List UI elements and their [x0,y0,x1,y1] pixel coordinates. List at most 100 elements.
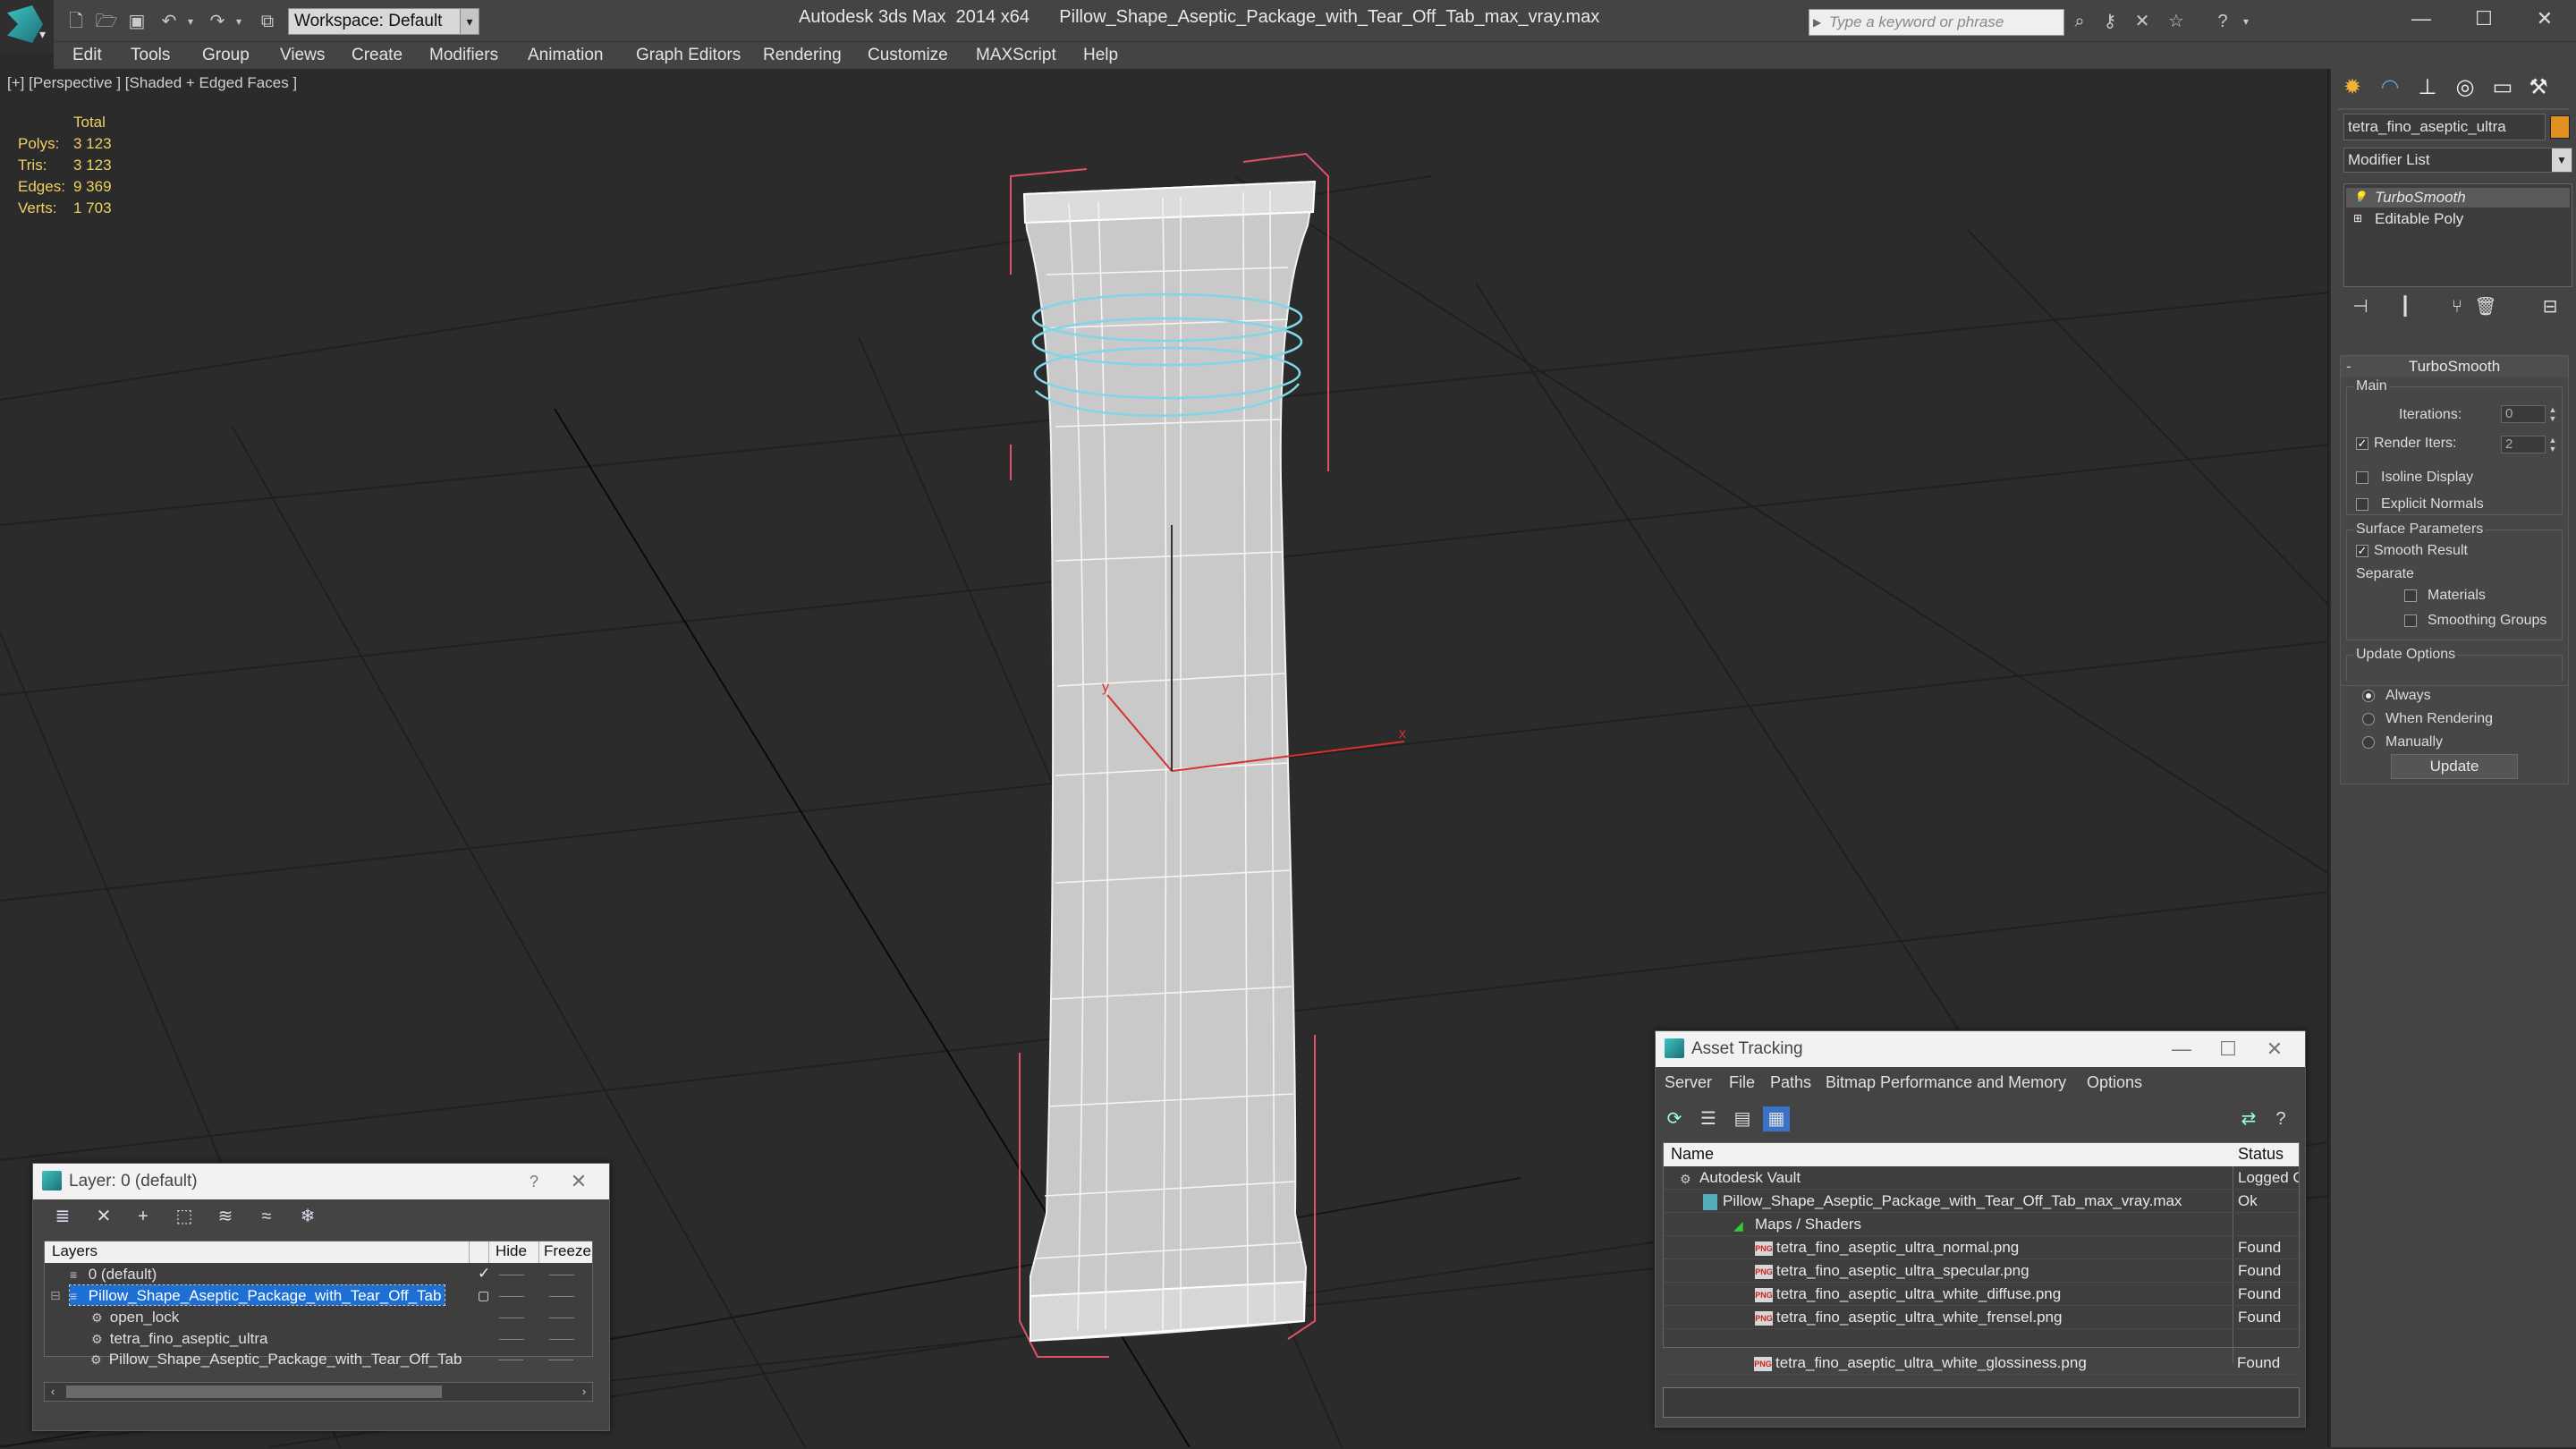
asset-menu-paths[interactable]: Paths [1770,1073,1811,1092]
hierarchy-icon[interactable]: ⊥ [2411,72,2444,103]
maximize-button[interactable]: ☐ [2210,1036,2246,1063]
render-iters-spinner[interactable]: 2 [2501,436,2546,453]
star-icon[interactable]: ☆ [2165,11,2188,32]
list-view-icon[interactable]: ☰ [1695,1106,1722,1131]
redo-icon[interactable]: ↷ [206,11,229,32]
table-row[interactable]: PNG tetra_fino_aseptic_ultra_specular.png… [1664,1259,2299,1283]
collapse-icon[interactable]: ⊟ [50,1284,61,1306]
freeze-toggle[interactable]: —— [549,1327,574,1349]
help-icon[interactable]: ? [2211,11,2234,32]
update-always-radio[interactable] [2362,690,2375,702]
hide-toggle[interactable]: —— [499,1263,524,1284]
current-layer-check-icon[interactable]: ✓ [478,1263,490,1284]
table-view-icon[interactable]: ▦ [1763,1106,1790,1131]
menu-help[interactable]: Help [1083,44,1118,67]
freeze-all-icon[interactable]: ❄ [292,1203,323,1230]
close-button[interactable]: ✕ [2257,1036,2292,1063]
table-row[interactable]: PNG tetra_fino_aseptic_ultra_white_glossi… [1663,1352,2300,1375]
show-end-result-icon[interactable]: ┃ [2392,294,2419,319]
menu-graph-editors[interactable]: Graph Editors [636,44,741,67]
update-button[interactable]: Update [2391,754,2518,779]
delete-layer-icon[interactable]: ✕ [89,1203,119,1230]
update-manually-radio[interactable] [2362,736,2375,749]
project-icon[interactable]: ⧉ [256,11,279,32]
create-icon[interactable]: ✹ [2336,72,2368,103]
menu-animation[interactable]: Animation [528,44,604,67]
menu-customize[interactable]: Customize [868,44,948,67]
minimize-button[interactable]: — [2390,0,2453,38]
menu-tools[interactable]: Tools [131,44,170,67]
display-icon[interactable]: ▭ [2487,72,2519,103]
table-row[interactable]: ◢ Maps / Shaders [1664,1213,2299,1236]
help-button[interactable]: ? [516,1168,552,1195]
render-iters-checkbox[interactable]: ✓ [2356,437,2368,450]
asset-path-field[interactable] [1663,1387,2300,1418]
rollout-header[interactable]: - TurboSmooth [2341,356,2568,377]
undo-icon[interactable]: ↶ [157,11,181,32]
dialog-titlebar[interactable]: Asset Tracking — ☐ ✕ [1656,1031,2305,1067]
table-row[interactable]: ⚙ Pillow_Shape_Aseptic_Package_with_Tear… [44,1348,591,1369]
iterations-spinner[interactable]: 0 [2501,405,2546,423]
new-icon[interactable]: 🗋 [64,11,88,32]
lightbulb-icon[interactable]: 💡 [2353,191,2367,202]
dialog-titlebar[interactable]: Layer: 0 (default) ? ✕ [33,1164,609,1199]
pin-stack-icon[interactable]: ⊣ [2347,294,2374,319]
asset-menu-options[interactable]: Options [2087,1073,2142,1092]
motion-icon[interactable]: ◎ [2449,72,2481,103]
key-icon[interactable]: ⚷ [2098,11,2122,32]
freeze-toggle[interactable]: —— [548,1348,573,1369]
materials-checkbox[interactable] [2404,589,2417,602]
freeze-toggle[interactable]: —— [549,1263,574,1284]
freeze-toggle[interactable]: —— [549,1306,574,1327]
column-header-freeze[interactable]: Freeze [544,1241,591,1261]
column-header-name[interactable]: Name [1671,1143,1714,1165]
hide-toggle[interactable]: —— [499,1284,524,1306]
freeze-toggle[interactable]: —— [549,1284,574,1306]
app-menu-button[interactable]: ▾ [0,0,54,54]
table-row[interactable]: PNG tetra_fino_aseptic_ultra_normal.png F… [1664,1236,2299,1259]
menu-maxscript[interactable]: MAXScript [976,44,1056,67]
asset-menu-bitmap-performance[interactable]: Bitmap Performance and Memory [1826,1073,2066,1092]
smoothing-groups-checkbox[interactable] [2404,614,2417,627]
add-to-layer-icon[interactable]: + [128,1203,158,1230]
close-button[interactable]: ✕ [561,1168,597,1195]
maximize-button[interactable]: ☐ [2453,0,2515,38]
stack-item-turbosmooth[interactable]: 💡 TurboSmooth [2346,188,2570,208]
select-layer-icon[interactable]: ≋ [210,1203,241,1230]
vault-connect-icon[interactable]: ⇄ [2235,1106,2262,1131]
binoculars-icon[interactable]: ⌕ [2068,11,2091,32]
minimize-button[interactable]: — [2164,1036,2199,1063]
table-row[interactable]: ≡ 0 (default) ✓ —— —— [45,1263,592,1284]
update-when-rendering-radio[interactable] [2362,713,2375,725]
scroll-left-icon[interactable]: ‹ [45,1383,61,1401]
save-icon[interactable]: ▣ [125,11,148,32]
make-unique-icon[interactable]: ⑂ [2444,294,2470,319]
menu-create[interactable]: Create [352,44,402,67]
hide-toggle[interactable]: —— [498,1348,523,1369]
table-row[interactable]: ⚙ open_lock —— —— [45,1306,592,1327]
select-objects-icon[interactable]: ⬚ [169,1203,199,1230]
create-layer-icon[interactable]: ≣ [47,1203,78,1230]
asset-menu-file[interactable]: File [1729,1073,1755,1092]
column-header-hide[interactable]: Hide [496,1241,527,1261]
isoline-display-checkbox[interactable] [2356,471,2368,484]
column-header-layers[interactable]: Layers [52,1241,97,1261]
table-row[interactable]: PNG tetra_fino_aseptic_ultra_white_frense… [1664,1306,2299,1329]
hide-all-icon[interactable]: ≈ [251,1203,282,1230]
spinner-arrows-icon[interactable]: ▲ ▼ [2547,436,2558,453]
undo-dropdown-icon[interactable]: ▾ [179,11,202,32]
explicit-normals-checkbox[interactable] [2356,498,2368,511]
communication-icon[interactable]: ✕ [2131,11,2154,32]
detail-view-icon[interactable]: ▤ [1729,1106,1756,1131]
table-row[interactable]: PNG tetra_fino_aseptic_ultra_white_diffus… [1664,1283,2299,1306]
modify-icon[interactable]: ◠ [2374,72,2406,103]
workspace-select[interactable]: Workspace: Default ▾ [288,8,479,35]
smooth-result-checkbox[interactable]: ✓ [2356,545,2368,557]
table-row[interactable]: ⚙ tetra_fino_aseptic_ultra —— —— [45,1327,592,1349]
scroll-right-icon[interactable]: › [576,1383,592,1401]
viewport-label-menu[interactable]: [+] [Perspective ] [Shaded + Edged Faces… [7,74,297,92]
search-input[interactable]: Type a keyword or phrase [1809,9,2064,36]
menu-group[interactable]: Group [202,44,250,67]
menu-edit[interactable]: Edit [72,44,102,67]
configure-sets-icon[interactable]: ⊟ [2537,294,2563,319]
